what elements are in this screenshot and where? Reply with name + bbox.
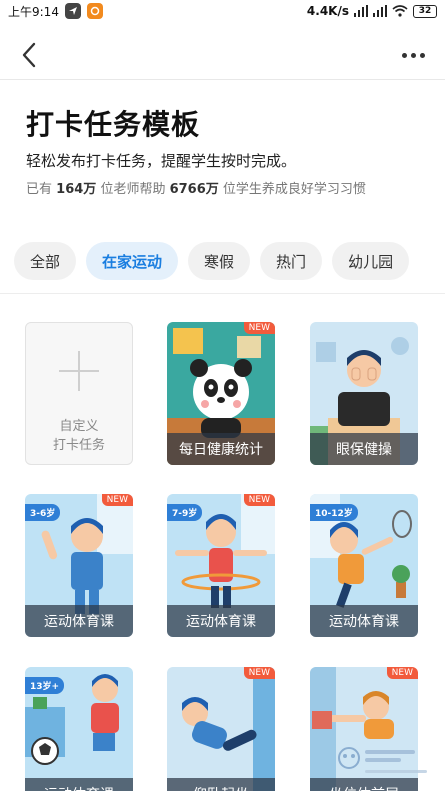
age-range-badge: 13岁+: [25, 677, 65, 694]
card-title: 眼保健操: [310, 433, 418, 465]
new-badge: NEW: [243, 322, 275, 334]
stats-prefix: 已有: [26, 182, 53, 197]
more-dot-icon: [410, 52, 416, 58]
card-title: 仰卧起坐: [167, 778, 275, 791]
situp-illustration: [167, 667, 275, 791]
status-bar: 上午9:14 4.4K/s 32: [0, 0, 445, 22]
usage-stats: 已有 164万 位老师帮助 6766万 位学生养成良好学习习惯: [26, 178, 366, 197]
template-card-situp[interactable]: NEW 仰卧起坐: [167, 667, 275, 791]
new-badge: NEW: [386, 667, 418, 679]
nav-bar: [0, 30, 445, 80]
network-speed: 4.4K/s: [306, 4, 349, 18]
custom-task-card[interactable]: 自定义 打卡任务: [25, 322, 133, 465]
card-title: 运动体育课: [25, 778, 133, 791]
signal-icon: [373, 5, 387, 17]
age-range-badge: 7-9岁: [167, 504, 203, 521]
more-options-button[interactable]: [397, 42, 429, 68]
tab-popular[interactable]: 热门: [260, 242, 323, 280]
stats-middle: 位老师帮助: [100, 182, 166, 197]
template-card-sports-7-9[interactable]: 7-9岁 NEW 运动体育课: [167, 494, 275, 637]
back-button[interactable]: [14, 40, 44, 70]
tab-all[interactable]: 全部: [14, 242, 77, 280]
new-badge: NEW: [101, 494, 133, 506]
card-title: 运动体育课: [167, 605, 275, 637]
template-card-sports-10-12[interactable]: 10-12岁 运动体育课: [310, 494, 418, 637]
tab-winter-break[interactable]: 寒假: [188, 242, 251, 280]
template-card-health-stats[interactable]: NEW 每日健康统计: [167, 322, 275, 465]
tabs-divider: [0, 293, 445, 294]
age-range-badge: 3-6岁: [25, 504, 61, 521]
watermark-logo: [338, 747, 427, 773]
battery-icon: 32: [413, 4, 437, 18]
navigation-app-icon: [64, 3, 81, 19]
more-dot-icon: [419, 52, 425, 58]
plus-icon: [59, 351, 99, 391]
wifi-icon: [392, 5, 408, 17]
template-card-eye-exercise[interactable]: 眼保健操: [310, 322, 418, 465]
chevron-left-icon: [22, 42, 36, 68]
new-badge: NEW: [243, 667, 275, 679]
template-card-sports-13-plus[interactable]: 13岁+ 运动体育课: [25, 667, 133, 791]
status-left: 上午9:14: [8, 3, 103, 20]
status-right: 4.4K/s 32: [307, 4, 437, 18]
custom-task-line2: 打卡任务: [52, 438, 105, 453]
signal-icon: [354, 5, 368, 17]
template-card-sports-3-6[interactable]: 3-6岁 NEW 运动体育课: [25, 494, 133, 637]
teachers-count: 164万: [56, 182, 97, 197]
app-notification-icon: [86, 3, 103, 19]
tab-kindergarten[interactable]: 幼儿园: [332, 242, 410, 280]
card-title: 每日健康统计: [167, 433, 275, 465]
students-count: 6766万: [169, 182, 219, 197]
stats-suffix: 位学生养成良好学习习惯: [222, 182, 366, 197]
age-range-badge: 10-12岁: [310, 504, 358, 521]
card-title: 运动体育课: [310, 605, 418, 637]
category-tabs: 全部 在家运动 寒假 热门 幼儿园: [14, 242, 410, 280]
custom-task-label: 自定义 打卡任务: [26, 417, 132, 455]
custom-task-line1: 自定义: [59, 419, 99, 434]
new-badge: NEW: [243, 494, 275, 506]
page-title: 打卡任务模板: [26, 108, 201, 141]
status-time: 上午9:14: [8, 4, 59, 19]
page-subtitle: 轻松发布打卡任务，提醒学生按时完成。: [26, 152, 297, 170]
card-title: 运动体育课: [25, 605, 133, 637]
more-dot-icon: [401, 52, 407, 58]
tab-home-exercise[interactable]: 在家运动: [86, 242, 179, 280]
